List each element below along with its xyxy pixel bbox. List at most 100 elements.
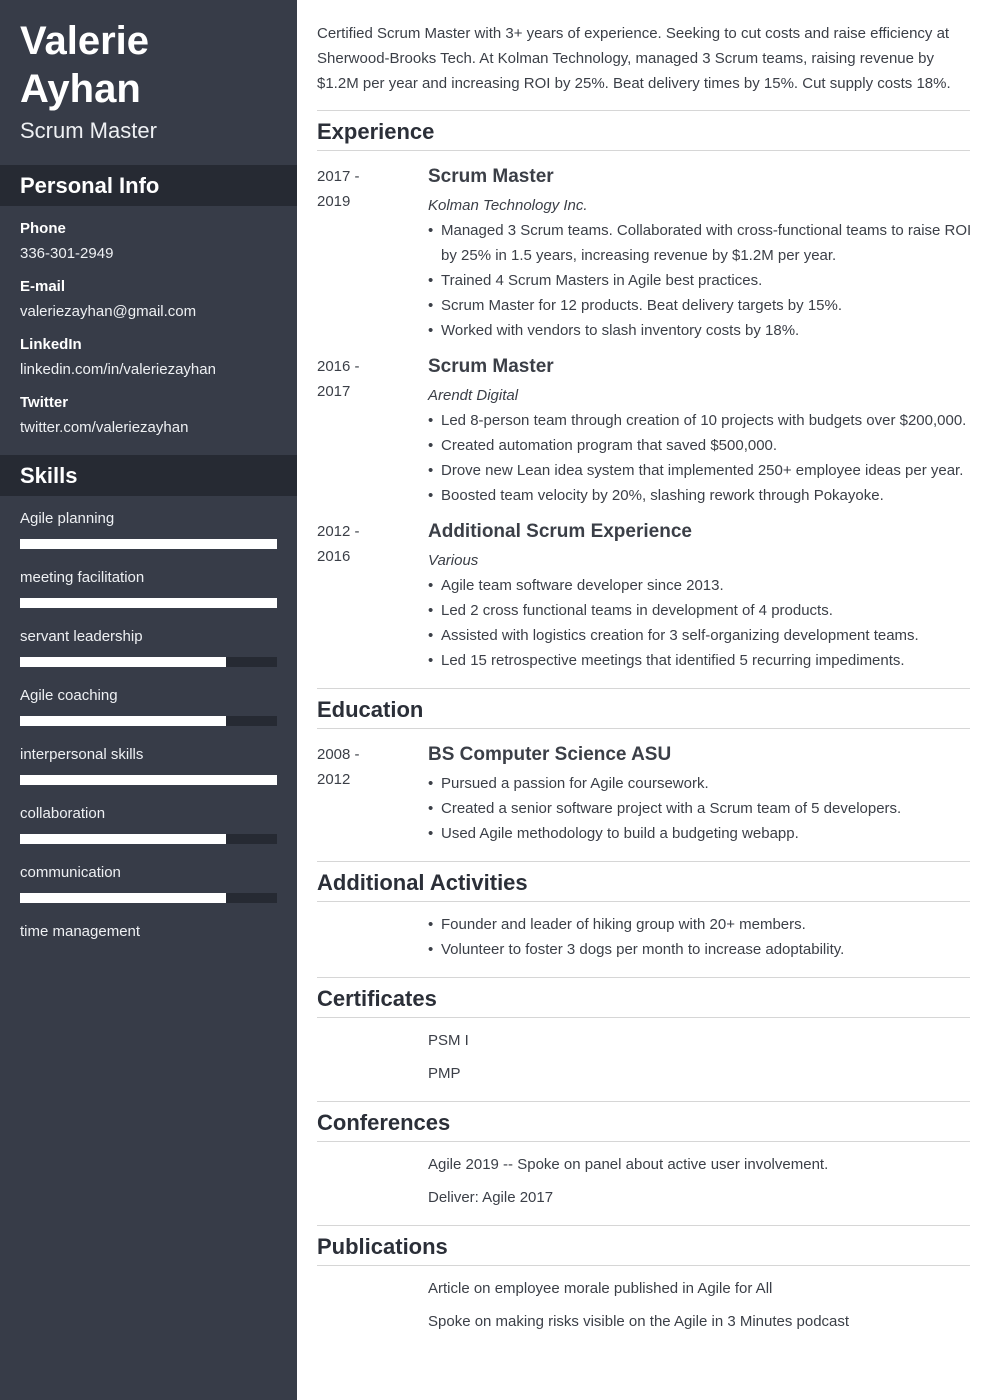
divider [317, 1225, 970, 1226]
divider [317, 1017, 970, 1018]
job-title: Scrum Master [428, 166, 554, 187]
personal-info-title: Personal Info [20, 173, 160, 198]
divider [317, 1101, 970, 1102]
experience-title: Experience [317, 119, 435, 144]
skill-name: Agile coaching [20, 687, 118, 704]
conference-item: Agile 2019 -- Spoke on panel about activ… [428, 1156, 829, 1173]
skill-name: Agile planning [20, 510, 115, 527]
phone-label: Phone [20, 220, 66, 237]
divider [317, 688, 970, 689]
company: Various [428, 552, 479, 569]
company: Kolman Technology Inc. [428, 197, 588, 214]
job-title: Additional Scrum Experience [428, 521, 692, 542]
activities-bullets: Founder and leader of hiking group with … [428, 912, 973, 962]
skill-level-bar [20, 893, 277, 903]
candidate-job-title: Scrum Master [20, 118, 157, 143]
job-date: 2017 - 2019 [317, 164, 360, 214]
skill-level-fill [20, 657, 226, 667]
education-bullets: Pursued a passion for Agile coursework. … [428, 771, 973, 846]
bullet: Led 2 cross functional teams in developm… [428, 598, 973, 623]
phone-value: 336-301-2949 [20, 245, 114, 262]
linkedin-value[interactable]: linkedin.com/in/valeriezayhan [20, 361, 216, 378]
bullet: Used Agile methodology to build a budget… [428, 821, 973, 846]
company: Arendt Digital [428, 387, 519, 404]
skill-name: communication [20, 864, 121, 881]
date-start: 2017 - [317, 168, 360, 185]
bullet: Boosted team velocity by 20%, slashing r… [428, 483, 978, 508]
job-date: 2016 - 2017 [317, 354, 360, 404]
twitter-label: Twitter [20, 394, 69, 411]
skills-title: Skills [20, 463, 78, 488]
skill-level-fill [20, 775, 277, 785]
job-bullets: Agile team software developer since 2013… [428, 573, 973, 673]
job-date: 2012 - 2016 [317, 519, 360, 569]
date-end: 2016 [317, 548, 351, 565]
bullet: Drove new Lean idea system that implemen… [428, 458, 978, 483]
twitter-value[interactable]: twitter.com/valeriezayhan [20, 419, 188, 436]
skill-level-bar [20, 716, 277, 726]
bullet: Created a senior software project with a… [428, 796, 973, 821]
divider [317, 110, 970, 111]
skill-level-bar [20, 834, 277, 844]
conferences-title: Conferences [317, 1110, 451, 1135]
skill-name: meeting facilitation [20, 569, 145, 586]
job-bullets: Led 8-person team through creation of 10… [428, 408, 978, 508]
skill-name: time management [20, 923, 141, 940]
bullet: Worked with vendors to slash inventory c… [428, 318, 973, 343]
email-value[interactable]: valeriezayhan@gmail.com [20, 303, 196, 320]
date-end: 2017 [317, 383, 351, 400]
publication-item: Article on employee morale published in … [428, 1280, 773, 1297]
skills-header: Skills [0, 455, 297, 496]
skill-name: servant leadership [20, 628, 143, 645]
skill-level-fill [20, 893, 226, 903]
job-bullets: Managed 3 Scrum teams. Collaborated with… [428, 218, 973, 343]
candidate-name: Valerie Ayhan [20, 17, 149, 113]
certificates-title: Certificates [317, 986, 437, 1011]
skill-level-bar [20, 598, 277, 608]
bullet: Pursued a passion for Agile coursework. [428, 771, 973, 796]
date-start: 2008 - [317, 746, 360, 763]
activities-title: Additional Activities [317, 870, 528, 895]
divider [317, 728, 970, 729]
skill-level-bar [20, 775, 277, 785]
date-end: 2019 [317, 193, 351, 210]
summary: Certified Scrum Master with 3+ years of … [317, 25, 951, 92]
education-title: Education [317, 697, 424, 722]
date-end: 2012 [317, 771, 351, 788]
skill-level-fill [20, 598, 277, 608]
certificate-item: PSM I [428, 1032, 469, 1049]
skill-level-bar [20, 539, 277, 549]
bullet: Volunteer to foster 3 dogs per month to … [428, 937, 973, 962]
conference-item: Deliver: Agile 2017 [428, 1189, 554, 1206]
first-name: Valerie [20, 19, 150, 63]
bullet: Created automation program that saved $5… [428, 433, 978, 458]
certificate-item: PMP [428, 1065, 461, 1082]
bullet: Agile team software developer since 2013… [428, 573, 973, 598]
bullet: Managed 3 Scrum teams. Collaborated with… [428, 218, 973, 268]
degree: BS Computer Science ASU [428, 744, 672, 765]
personal-info-header: Personal Info [0, 165, 297, 206]
sidebar: Valerie Ayhan Scrum Master Personal Info… [0, 0, 297, 1400]
skill-level-fill [20, 716, 226, 726]
last-name: Ayhan [20, 67, 141, 111]
publications-title: Publications [317, 1234, 448, 1259]
bullet: Founder and leader of hiking group with … [428, 912, 973, 937]
divider [317, 1265, 970, 1266]
bullet: Assisted with logistics creation for 3 s… [428, 623, 973, 648]
bullet: Led 15 retrospective meetings that ident… [428, 648, 973, 673]
divider [317, 977, 970, 978]
job-title: Scrum Master [428, 356, 554, 377]
bullet: Led 8-person team through creation of 10… [428, 408, 978, 433]
divider [317, 861, 970, 862]
skill-level-fill [20, 539, 277, 549]
skill-name: interpersonal skills [20, 746, 144, 763]
skill-level-fill [20, 834, 226, 844]
skill-level-bar [20, 657, 277, 667]
education-date: 2008 - 2012 [317, 742, 360, 792]
date-start: 2016 - [317, 358, 360, 375]
divider [317, 1141, 970, 1142]
email-label: E-mail [20, 278, 66, 295]
publication-item: Spoke on making risks visible on the Agi… [428, 1313, 850, 1330]
bullet: Trained 4 Scrum Masters in Agile best pr… [428, 268, 973, 293]
skill-name: collaboration [20, 805, 106, 822]
